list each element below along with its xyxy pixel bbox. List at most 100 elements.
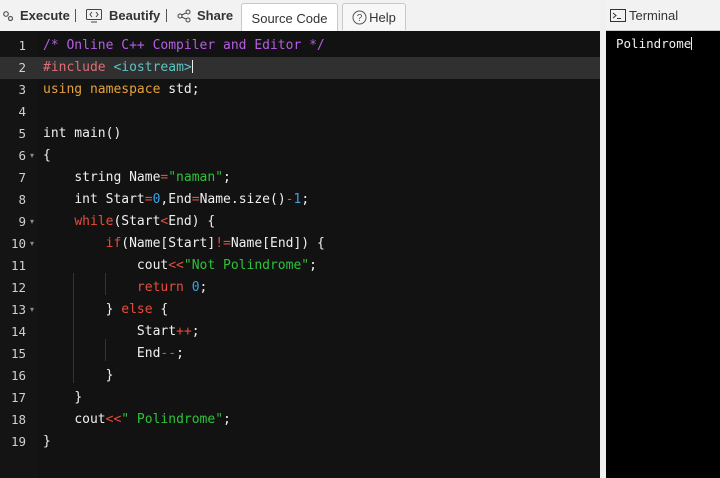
line-number: 11 (10, 258, 26, 273)
code-text: End--; (43, 343, 184, 365)
identifier-token: End) { (168, 214, 216, 229)
line-number: 17 (10, 390, 26, 405)
identifier-token: cout (136, 258, 169, 273)
code-line[interactable]: 11 cout<<"Not Polindrome"; (0, 255, 600, 277)
code-line[interactable]: 6 ▾ { (0, 145, 600, 167)
terminal-output-text: Polindrome (616, 36, 692, 51)
code-line-current[interactable]: 2 #include <iostream> (0, 57, 600, 79)
help-icon: ? (352, 10, 367, 25)
share-icon (177, 9, 191, 23)
line-number: 3 (18, 82, 26, 97)
fold-arrow-icon[interactable]: ▾ (30, 233, 34, 255)
code-line[interactable]: 16 } (0, 365, 600, 387)
keyword-token: return (136, 280, 184, 295)
terminal-output: Polindrome (616, 35, 693, 53)
code-text: } (43, 365, 114, 387)
code-text: /* Online C++ Compiler and Editor */ (43, 35, 325, 57)
punct-token: } (105, 302, 122, 317)
code-text: cout<<" Polindrome"; (43, 409, 231, 431)
preprocessor-token: #include (43, 60, 106, 75)
code-text: if(Name[Start]!=Name[End]) { (43, 233, 325, 255)
punct-token: { (152, 302, 169, 317)
line-number: 6 (18, 148, 26, 163)
punct-token: ; (191, 324, 200, 339)
keyword-token: else (121, 302, 153, 317)
fold-arrow-icon[interactable]: ▾ (30, 211, 34, 233)
tab-label: Source Code (251, 10, 328, 26)
code-text: { (43, 148, 51, 163)
punct-token: ; (301, 192, 310, 207)
tab-source-code[interactable]: Source Code (241, 3, 338, 32)
line-number: 2 (18, 60, 26, 75)
terminal-panel[interactable]: Polindrome (606, 31, 720, 478)
line-number: 9 (18, 214, 26, 229)
code-line[interactable]: 12 return 0; (0, 277, 600, 299)
punct-token: ; (223, 412, 231, 427)
code-line[interactable]: 10 ▾ if(Name[Start]!=Name[End]) { (0, 233, 600, 255)
line-number: 19 (10, 434, 26, 449)
string-token: "naman" (168, 170, 224, 185)
identifier-token: (Name[Start] (121, 236, 216, 251)
operator-token: != (215, 236, 231, 251)
line-number: 18 (10, 412, 26, 427)
identifier-token: int Start (74, 192, 145, 207)
terminal-icon (610, 8, 626, 22)
line-number: 12 (10, 280, 26, 295)
code-line[interactable]: 15 End--; (0, 343, 600, 365)
share-button[interactable]: Share (177, 0, 233, 31)
line-number: 5 (18, 126, 26, 141)
identifier-token: string Name (74, 170, 161, 185)
punct-token: ; (199, 280, 208, 295)
line-number: 10 (10, 236, 26, 251)
line-number: 13 (10, 302, 26, 317)
editor-toolbar: Execute Beautify Share Source Code ? Hel… (0, 0, 600, 32)
code-text: } (43, 434, 51, 449)
identifier-token: cout (74, 412, 106, 427)
code-text: return 0; (43, 277, 207, 299)
execute-icon (0, 10, 16, 22)
code-text: } (43, 387, 82, 409)
punct-token: ; (223, 170, 231, 185)
code-line[interactable]: 8 int Start=0,End=Name.size()-1; (0, 189, 600, 211)
execute-button[interactable]: Execute (0, 0, 70, 31)
code-line[interactable]: 9 ▾ while(Start<End) { (0, 211, 600, 233)
line-number: 15 (10, 346, 26, 361)
code-line[interactable]: 14 Start++; (0, 321, 600, 343)
terminal-title: Terminal (629, 7, 679, 23)
line-number: 14 (10, 324, 26, 339)
code-line[interactable]: 5 int main() (0, 123, 600, 145)
operator-token: = (191, 192, 200, 207)
punct-token: ; (309, 258, 317, 273)
code-line[interactable]: 1 /* Online C++ Compiler and Editor */ (0, 35, 600, 57)
share-label: Share (197, 8, 234, 23)
keyword-token: using namespace (43, 82, 161, 97)
fold-arrow-icon[interactable]: ▾ (30, 145, 34, 167)
code-text: while(Start<End) { (43, 211, 215, 233)
code-text: Start++; (43, 321, 200, 343)
code-line[interactable]: 4 (0, 101, 600, 123)
line-number: 16 (10, 368, 26, 383)
code-line[interactable]: 18 cout<<" Polindrome"; (0, 409, 600, 431)
tab-help[interactable]: ? Help (342, 3, 406, 30)
keyword-token: while (74, 214, 114, 229)
code-line[interactable]: 13 ▾ } else { (0, 299, 600, 321)
operator-token: = (144, 192, 153, 207)
punct-token: } (105, 368, 114, 383)
tab-label: Help (369, 9, 396, 25)
fold-arrow-icon[interactable]: ▾ (30, 299, 34, 321)
line-number: 4 (18, 104, 26, 119)
identifier-token: Name[End]) { (230, 236, 325, 251)
terminal-header: Terminal (606, 0, 720, 31)
code-text: int Start=0,End=Name.size()-1; (43, 189, 309, 211)
code-editor[interactable]: 1 /* Online C++ Compiler and Editor */ 2… (0, 31, 600, 478)
code-line[interactable]: 19 } (0, 431, 600, 453)
code-line[interactable]: 7 string Name="naman"; (0, 167, 600, 189)
operator-token: << (105, 412, 122, 427)
operator-token: ++ (176, 324, 192, 339)
operator-token: -- (160, 346, 177, 361)
code-line[interactable]: 3 using namespace std; (0, 79, 600, 101)
beautify-button[interactable]: Beautify (86, 0, 160, 31)
code-text: using namespace std; (43, 79, 200, 101)
string-token: "Not Polindrome" (183, 258, 310, 273)
code-line[interactable]: 17 } (0, 387, 600, 409)
